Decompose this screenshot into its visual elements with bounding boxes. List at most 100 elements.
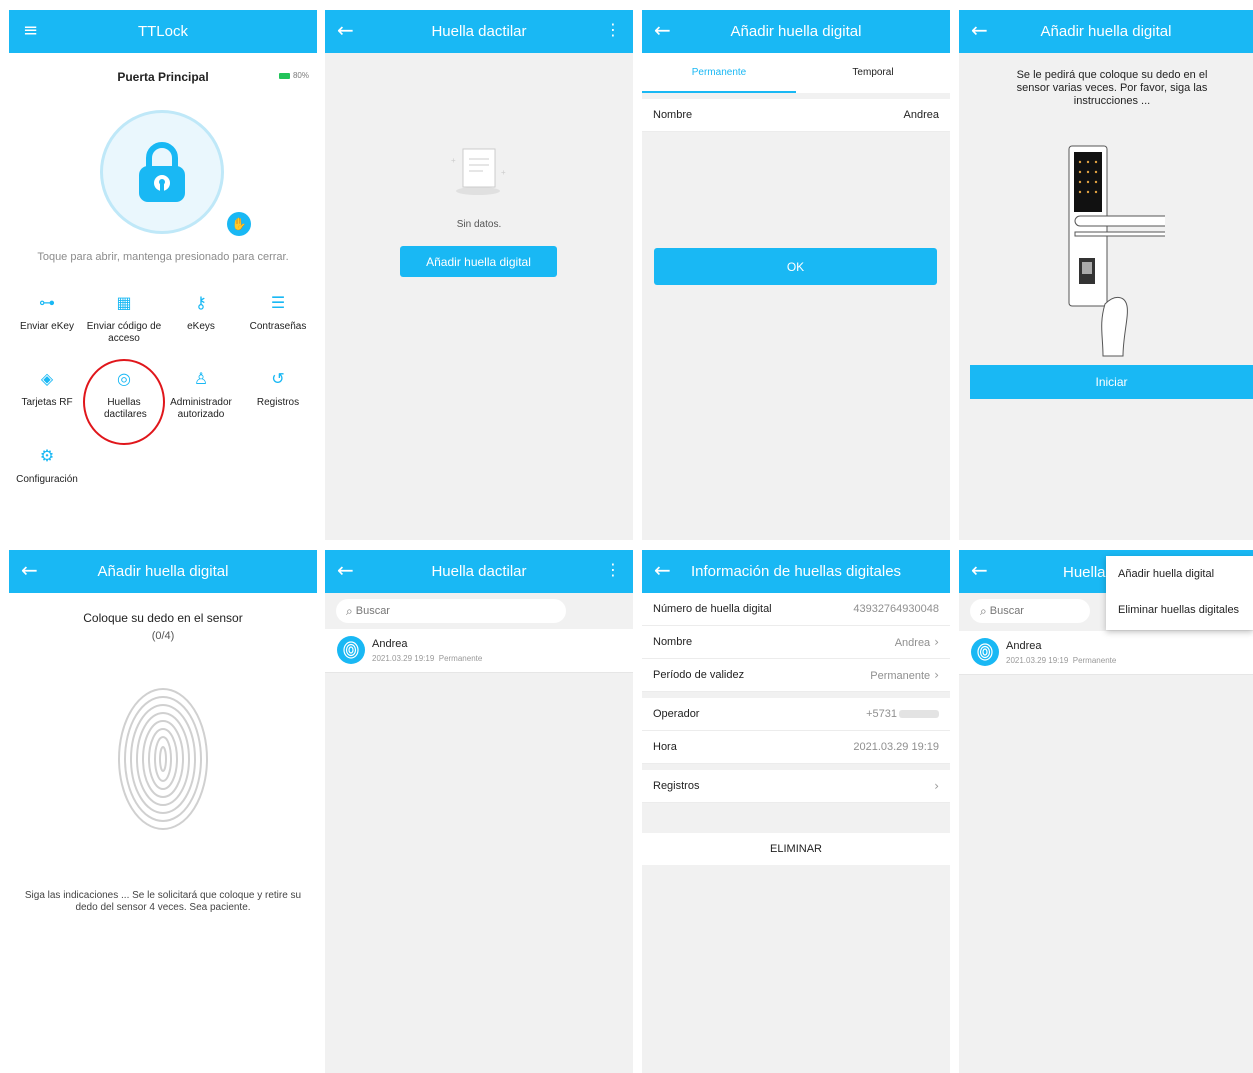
back-arrow-icon[interactable]: ← [971,20,988,40]
panel-fingerprint-list-menu: ← Huella ⌕ Buscar Andrea 2021.03.29 19:1… [959,550,1253,1073]
operator-value: +5731 [866,708,897,720]
time-row: Hora 2021.03.29 19:19 [642,731,950,764]
list-item[interactable]: Andrea 2021.03.29 19:19 Permanente [959,631,1253,675]
passwords-icon: ☰ [270,293,286,312]
menu-send-ekey[interactable]: ⊶ Enviar eKey [9,295,85,333]
number-row: Número de huella digital 43932764930048 [642,593,950,626]
top-bar: ← Añadir huella digital [959,10,1253,53]
search-input[interactable]: ⌕ Buscar [970,599,1090,623]
back-arrow-icon[interactable]: ← [971,560,988,580]
remote-unlock-icon[interactable]: ✋ [227,212,251,236]
chevron-right-icon: › [934,635,939,649]
unlock-circle-button[interactable] [100,110,224,234]
start-button[interactable]: Iniciar [970,365,1253,399]
menu-delete-fingerprints[interactable]: Eliminar huellas digitales [1118,604,1239,616]
back-arrow-icon[interactable]: ← [337,20,354,40]
passcode-icon: ▦ [116,293,132,312]
menu-authorized-admin[interactable]: ♙ Administrador autorizado [163,369,239,421]
empty-state-text: Sin datos. [456,219,502,230]
time-value: 2021.03.29 19:19 [853,741,939,753]
menu-settings[interactable]: ⚙ Configuración [9,446,85,486]
footer-instructions: Siga las indicaciones ... Se le solicita… [24,890,302,913]
ok-button[interactable]: OK [654,248,937,285]
top-bar: ← Información de huellas digitales [642,550,950,593]
panel-lock-home: ≡ TTLock Puerta Principal 80% ✋ Toque pa… [9,10,317,540]
instructions-text: Se le pedirá que coloque su dedo en el s… [1016,69,1208,107]
tab-bar: Permanente Temporal [642,53,950,93]
search-input[interactable]: ⌕ Buscar [336,599,566,623]
lock-hint: Toque para abrir, mantenga presionado pa… [37,251,289,263]
records-row[interactable]: Registros › [642,770,950,803]
fingerprint-avatar-icon [971,638,999,666]
padlock-icon [139,142,185,202]
tab-temporal[interactable]: Temporal [796,53,950,93]
fingerprint-scan-icon [118,688,208,830]
screen-title: Huella dactilar [431,563,527,580]
screen-title: Añadir huella digital [97,563,229,580]
operator-row: Operador +5731 [642,698,950,731]
delete-button[interactable]: ELIMINAR [642,833,950,865]
app-title: TTLock [137,23,188,40]
settings-icon: ⚙ [39,446,55,465]
name-row[interactable]: Nombre Andrea › [642,626,950,659]
fingerprint-avatar-icon [337,636,365,664]
panel-fingerprint-list: ← Huella dactilar ⋮ ⌕ Buscar Andrea 2021… [325,550,633,1073]
item-meta: 2021.03.29 19:19 Permanente [1006,656,1117,665]
overflow-menu: Añadir huella digital Eliminar huellas d… [1106,556,1253,630]
battery-indicator: 80% [278,71,309,80]
list-item[interactable]: Andrea 2021.03.29 19:19 Permanente [325,629,633,673]
admin-icon: ♙ [193,369,209,388]
menu-send-passcode[interactable]: ▦ Enviar código de acceso [86,293,162,345]
svg-text:+: + [501,168,506,177]
rf-card-icon: ◈ [40,369,54,388]
menu-records[interactable]: ↺ Registros [240,369,316,409]
name-value: Andrea [903,109,939,121]
back-arrow-icon[interactable]: ← [337,560,354,580]
screen-title: Huella [1063,564,1106,581]
name-row[interactable]: Nombre Andrea [642,99,950,132]
screen-title: Añadir huella digital [1040,23,1172,40]
top-bar: ← Huella dactilar ⋮ [325,10,633,53]
top-bar: ← Huella dactilar ⋮ [325,550,633,593]
door-lock-illustration-icon [1068,145,1165,357]
name-label: Nombre [653,109,693,121]
lock-name: Puerta Principal [117,70,209,84]
add-fingerprint-button[interactable]: Añadir huella digital [400,246,557,277]
menu-passwords[interactable]: ☰ Contraseñas [240,293,316,333]
tab-permanent[interactable]: Permanente [642,53,796,93]
menu-rf-cards[interactable]: ◈ Tarjetas RF [9,369,85,409]
top-bar: ← Añadir huella digital [9,550,317,593]
item-name: Andrea [372,638,408,650]
hamburger-menu-icon[interactable]: ≡ [23,22,38,40]
panel-fingerprint-empty: ← Huella dactilar ⋮ + + Sin datos. Añadi… [325,10,633,540]
panel-add-fingerprint-form: ← Añadir huella digital Permanente Tempo… [642,10,950,540]
screen-title: Huella dactilar [431,23,527,40]
chevron-right-icon: › [934,779,939,793]
validity-value: Permanente [870,670,931,682]
validity-row[interactable]: Período de validez Permanente › [642,659,950,692]
more-options-icon[interactable]: ⋮ [605,21,621,39]
search-icon: ⌕ [346,603,353,618]
top-bar: ≡ TTLock [9,10,317,53]
panel-add-fingerprint-instructions: ← Añadir huella digital Se le pedirá que… [959,10,1253,540]
item-meta: 2021.03.29 19:19 Permanente [372,654,483,663]
screen-title: Información de huellas digitales [690,563,902,580]
top-bar: ← Añadir huella digital [642,10,950,53]
battery-icon [278,72,290,79]
back-arrow-icon[interactable]: ← [654,20,671,40]
screen-title: Añadir huella digital [730,23,862,40]
svg-text:+: + [451,156,456,165]
name-value: Andrea [894,637,931,649]
panel-fingerprint-info: ← Información de huellas digitales Númer… [642,550,950,1073]
empty-document-icon: + + [451,148,506,195]
place-finger-prompt: Coloque su dedo en el sensor [83,611,243,625]
item-name: Andrea [1006,640,1042,652]
records-icon: ↺ [271,369,285,388]
search-icon: ⌕ [980,603,987,618]
menu-add-fingerprint[interactable]: Añadir huella digital [1118,568,1214,580]
more-options-icon[interactable]: ⋮ [605,561,621,579]
back-arrow-icon[interactable]: ← [654,560,671,580]
redacted-blur [899,710,939,719]
menu-ekeys[interactable]: ⚷ eKeys [163,295,239,333]
back-arrow-icon[interactable]: ← [21,560,38,580]
